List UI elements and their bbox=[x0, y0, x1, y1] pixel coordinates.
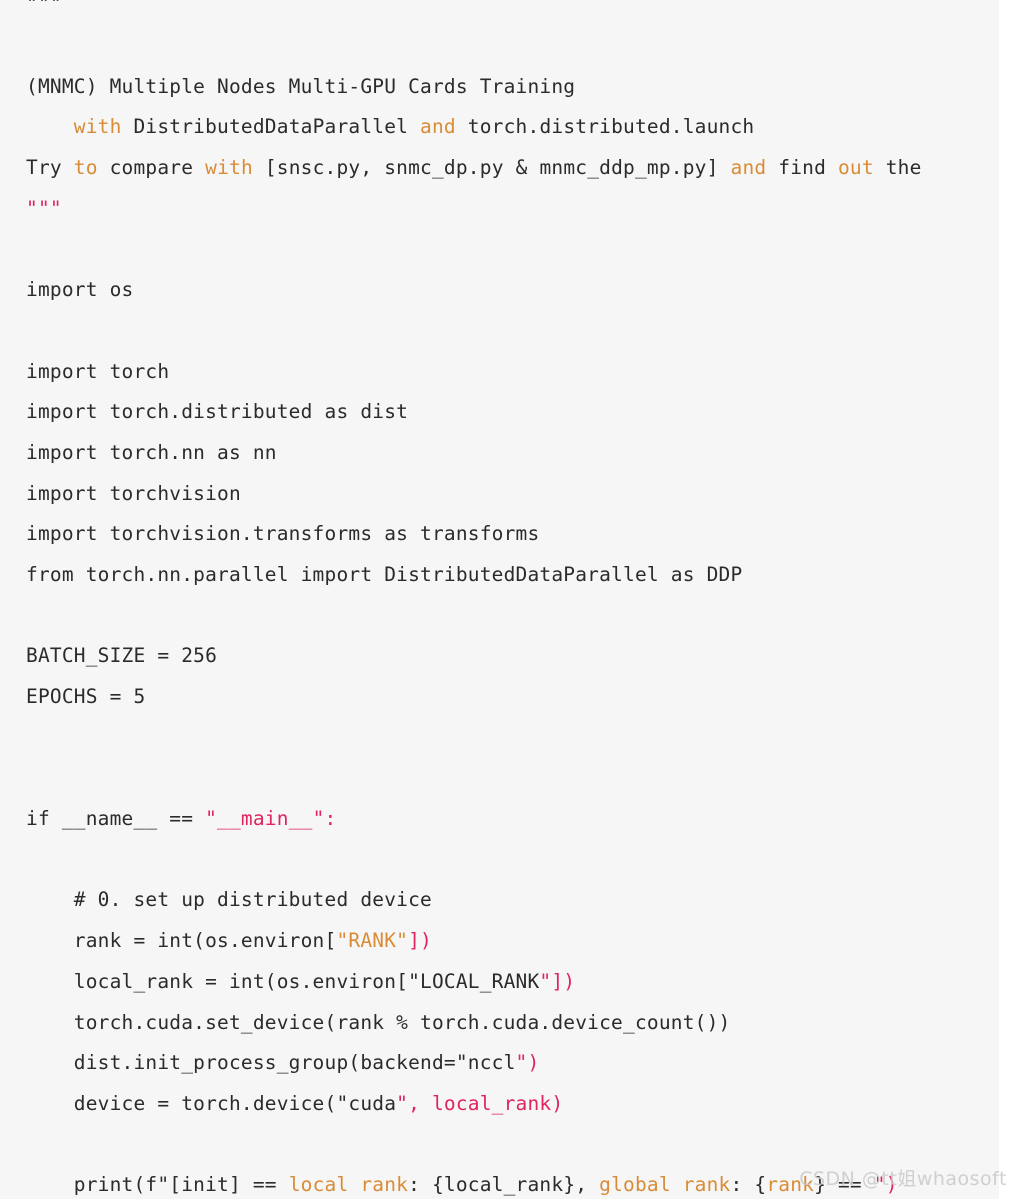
code-line[interactable]: import os bbox=[26, 270, 999, 311]
code-token: (MNMC) Multiple Nodes Multi-GPU Cards Tr… bbox=[26, 74, 576, 98]
code-line[interactable]: import torchvision bbox=[26, 474, 999, 515]
code-token: import torch.nn as nn bbox=[26, 440, 277, 464]
code-token: from torch.nn.parallel import Distribute… bbox=[26, 562, 743, 586]
code-line[interactable]: local_rank = int(os.environ["LOCAL_RANK"… bbox=[26, 962, 999, 1003]
code-line[interactable] bbox=[26, 758, 999, 799]
code-line[interactable]: EPOCHS = 5 bbox=[26, 677, 999, 718]
code-token: [snsc.py, snmc_dp.py & mnmc_ddp_mp.py] bbox=[252, 156, 731, 180]
code-line[interactable] bbox=[26, 1125, 999, 1166]
code-line[interactable]: BATCH_SIZE = 256 bbox=[26, 636, 999, 677]
code-line[interactable]: from torch.nn.parallel import Distribute… bbox=[26, 555, 999, 596]
code-token: find bbox=[766, 156, 838, 180]
code-token: local_rank) bbox=[431, 1091, 564, 1115]
code-lines[interactable]: """ (MNMC) Multiple Nodes Multi-GPU Card… bbox=[0, 0, 999, 1199]
code-token: print(f"[init] == bbox=[26, 1173, 289, 1197]
code-line[interactable]: Try to compare with [snsc.py, snmc_dp.py… bbox=[26, 148, 999, 189]
code-line[interactable] bbox=[26, 718, 999, 759]
code-line[interactable] bbox=[26, 26, 999, 67]
code-block: """ (MNMC) Multiple Nodes Multi-GPU Card… bbox=[0, 0, 999, 1199]
code-line[interactable]: import torchvision.transforms as transfo… bbox=[26, 514, 999, 555]
code-token: import torch bbox=[26, 359, 170, 383]
code-token: import torchvision.transforms as transfo… bbox=[26, 522, 540, 546]
code-token: and bbox=[420, 115, 456, 139]
code-token: compare bbox=[97, 156, 206, 180]
code-token: "]) bbox=[539, 969, 576, 993]
code-token: out bbox=[837, 156, 874, 180]
code-line[interactable]: """ bbox=[26, 189, 999, 230]
code-token: the bbox=[873, 156, 922, 180]
code-token: local_rank = int(os.environ["LOCAL_RANK bbox=[26, 969, 540, 993]
code-token: dist.init_process_group(backend="nccl bbox=[26, 1051, 516, 1075]
code-token: with bbox=[73, 115, 122, 139]
code-token: local rank bbox=[288, 1173, 409, 1197]
code-line[interactable]: torch.cuda.set_device(rank % torch.cuda.… bbox=[26, 1003, 999, 1044]
code-token: } == bbox=[814, 1173, 874, 1197]
code-token: rank bbox=[766, 1173, 815, 1197]
code-token: EPOCHS = 5 bbox=[26, 685, 146, 708]
code-token: Try bbox=[26, 156, 74, 180]
code-line[interactable] bbox=[26, 596, 999, 637]
code-token: and bbox=[730, 156, 767, 180]
code-token: import torch.distributed as dist bbox=[26, 400, 409, 424]
code-line[interactable]: rank = int(os.environ["RANK"]) bbox=[26, 921, 999, 962]
code-token: """ bbox=[26, 0, 62, 15]
code-line[interactable]: dist.init_process_group(backend="nccl") bbox=[26, 1043, 999, 1084]
code-token: # 0. set up distributed device bbox=[26, 888, 432, 912]
code-token: : bbox=[324, 807, 337, 831]
code-line[interactable]: (MNMC) Multiple Nodes Multi-GPU Cards Tr… bbox=[26, 67, 999, 108]
code-token: ]) bbox=[408, 929, 432, 953]
code-token: device = torch.device("cuda bbox=[26, 1091, 397, 1115]
code-line[interactable]: """ bbox=[26, 0, 999, 26]
code-line[interactable]: import torch bbox=[26, 352, 999, 393]
code-token: ") bbox=[873, 1173, 898, 1197]
code-token: import torchvision bbox=[26, 481, 241, 505]
code-token: torch.distributed.launch bbox=[455, 115, 755, 139]
code-token: : { bbox=[730, 1173, 767, 1197]
code-line[interactable] bbox=[26, 840, 999, 881]
code-line[interactable]: import torch.nn as nn bbox=[26, 433, 999, 474]
code-token: if __name__ == bbox=[26, 807, 206, 831]
code-token: "RANK" bbox=[336, 929, 409, 953]
code-line[interactable] bbox=[26, 229, 999, 270]
code-token: """ bbox=[26, 196, 62, 220]
code-token: with bbox=[205, 156, 253, 180]
code-token: torch.cuda.set_device(rank % torch.cuda.… bbox=[26, 1010, 731, 1034]
code-line[interactable]: with DistributedDataParallel and torch.d… bbox=[26, 107, 999, 148]
code-line[interactable]: # 0. set up distributed device bbox=[26, 880, 999, 921]
code-line[interactable]: if __name__ == "__main__": bbox=[26, 799, 999, 840]
code-token: import os bbox=[26, 278, 134, 302]
code-line[interactable]: import torch.distributed as dist bbox=[26, 392, 999, 433]
code-line[interactable]: print(f"[init] == local rank: {local_ran… bbox=[26, 1165, 999, 1199]
code-token: DistributedDataParallel bbox=[121, 115, 421, 139]
code-token: ") bbox=[515, 1051, 540, 1075]
code-token: to bbox=[73, 156, 98, 180]
code-token: ", bbox=[396, 1091, 432, 1115]
code-line[interactable]: device = torch.device("cuda", local_rank… bbox=[26, 1084, 999, 1125]
code-token: "__main__" bbox=[205, 807, 325, 831]
code-token: global rank bbox=[599, 1173, 731, 1197]
code-token: : {local_rank}, bbox=[408, 1173, 600, 1197]
code-line[interactable] bbox=[26, 311, 999, 352]
code-token: BATCH_SIZE = 256 bbox=[26, 644, 218, 668]
code-token: rank = int(os.environ[ bbox=[26, 929, 337, 953]
